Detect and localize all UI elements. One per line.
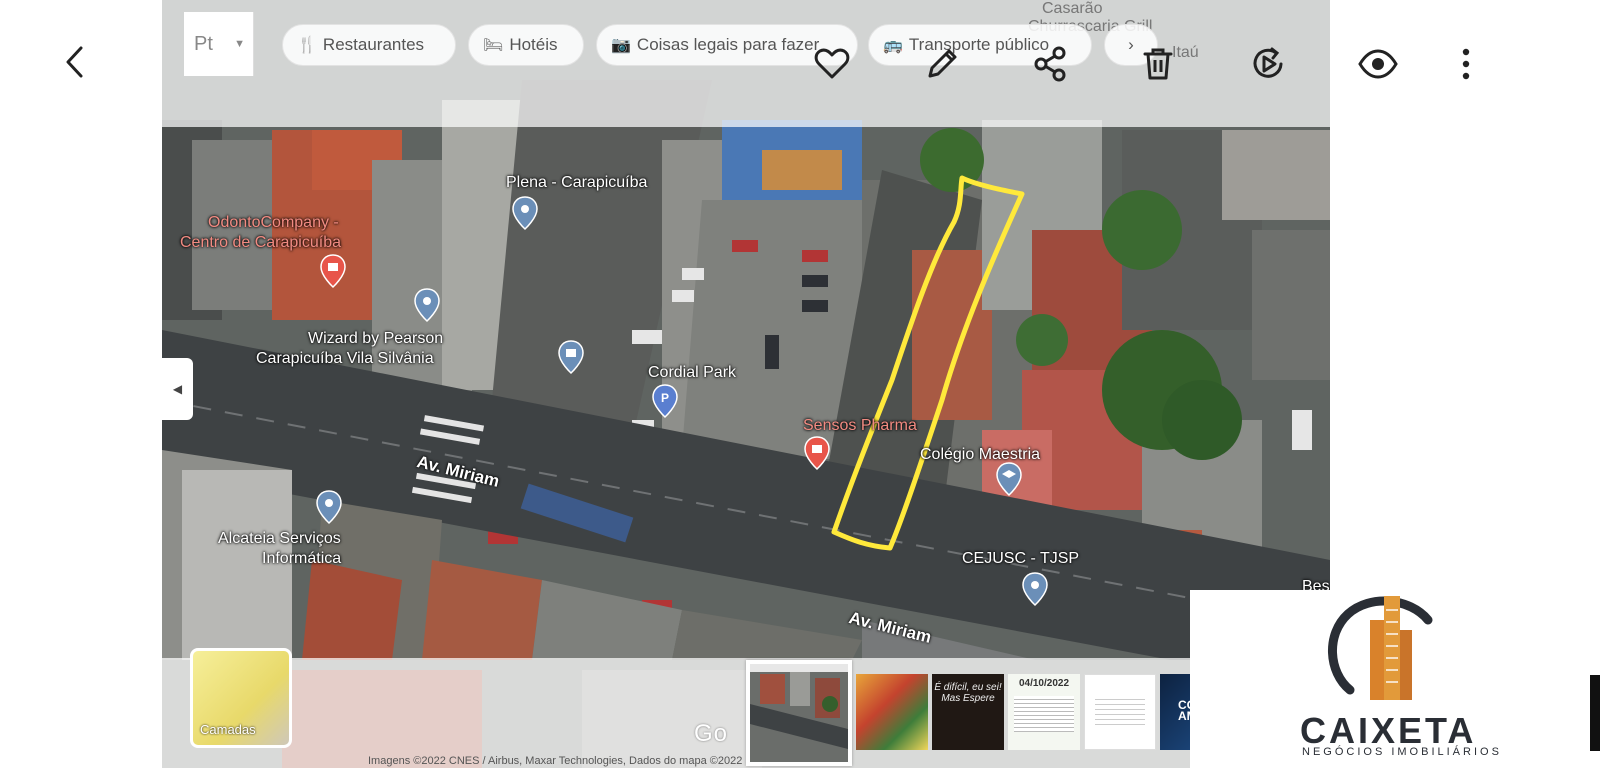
google-watermark: Go	[694, 720, 729, 747]
svg-text:P: P	[661, 391, 669, 405]
camera-icon: 📷	[611, 37, 631, 54]
screenshot-chip-hotels: 🛏 Hotéis	[468, 24, 584, 66]
place-label-cejusc: CEJUSC - TJSP	[962, 550, 1080, 567]
map-credits: Imagens ©2022 CNES / Airbus, Maxar Techn…	[368, 755, 743, 767]
chip-label: Restaurantes	[322, 35, 425, 54]
place-label-cordial: Cordial Park	[648, 364, 737, 381]
thumbnail-strip: É difícil, eu sei! Mas Espere 04/10/2022…	[746, 660, 1232, 766]
triangle-left-icon: ◀	[172, 382, 183, 396]
place-label-wizard-1: Wizard by Pearson	[308, 330, 444, 347]
thumbnail-illustration[interactable]	[856, 674, 928, 750]
pencil-icon	[928, 49, 957, 78]
map-pin-parking-icon: P	[652, 384, 678, 418]
remaster-button[interactable]	[1244, 40, 1292, 88]
thumbnail-post-date: 04/10/2022	[1018, 678, 1070, 689]
place-label-sensos: Sensos Pharma	[803, 417, 917, 434]
bed-icon: 🛏	[483, 37, 504, 54]
thumbnail-document-lines	[1095, 695, 1145, 725]
thumbnail-map-image	[750, 664, 848, 762]
place-label-wizard-2: Carapicuíba Vila Silvânia	[256, 350, 434, 367]
building-logo-icon	[1328, 596, 1433, 700]
more-options-button[interactable]	[1442, 40, 1490, 88]
screenshot-language-label: Pt	[194, 32, 213, 55]
thumbnail-quote[interactable]: É difícil, eu sei! Mas Espere	[932, 674, 1004, 750]
map-pin-plena-icon	[512, 196, 538, 230]
map-pin-store-icon	[558, 340, 584, 374]
place-label-odonto-2: Centro de Carapicuíba	[180, 234, 341, 251]
thumbnail-document[interactable]	[1084, 674, 1156, 750]
adjacent-photo-edge	[1590, 675, 1600, 751]
share-button[interactable]	[1026, 40, 1074, 88]
screenshot-collapse-panel-button: ◀	[162, 358, 193, 420]
place-label-casarao: Casarão	[1042, 0, 1103, 17]
trash-icon	[1143, 48, 1173, 80]
chip-label: Hotéis	[509, 35, 558, 54]
thumbnail-post-lines	[1014, 696, 1074, 732]
back-button[interactable]	[52, 38, 100, 86]
photo-viewer: Casarão Churrascaria Grill Itaú Plena - …	[0, 0, 1600, 768]
favorite-button[interactable]	[808, 40, 856, 88]
map-pin-school-icon	[996, 462, 1022, 496]
more-vertical-icon	[1462, 48, 1470, 80]
photo-image[interactable]: Casarão Churrascaria Grill Itaú Plena - …	[162, 0, 1330, 768]
map-pin-alcateia-icon	[316, 490, 342, 524]
place-label-plena: Plena - Carapicuíba	[506, 174, 648, 191]
view-button[interactable]	[1354, 40, 1402, 88]
chip-label: Coisas legais para fazer	[636, 35, 820, 54]
place-label-odonto-1: OdontoCompany -	[208, 214, 339, 231]
place-label-colegio: Colégio Maestria	[920, 446, 1041, 463]
chevron-right-icon: ›	[1128, 35, 1134, 54]
bus-icon: 🚌	[883, 37, 903, 54]
map-pin-wizard-icon	[414, 288, 440, 322]
thumbnail-map[interactable]	[746, 660, 852, 766]
map-pin-dentist-icon	[320, 254, 346, 288]
thumbnail-post[interactable]: 04/10/2022	[1008, 674, 1080, 750]
screenshot-chip-restaurants: 🍴 Restaurantes	[282, 24, 456, 66]
heart-icon	[814, 48, 850, 79]
place-label-alcateia-2: Informática	[262, 550, 342, 567]
screenshot-language-button: Pt ▼	[184, 12, 254, 76]
screenshot-layers-label: Camadas	[200, 722, 256, 737]
eye-icon	[1358, 49, 1398, 79]
chevron-left-icon	[66, 46, 83, 78]
delete-button[interactable]	[1134, 40, 1182, 88]
map-pin-cejusc-icon	[1022, 572, 1048, 606]
map-pin-pharmacy-icon	[804, 436, 830, 470]
caret-down-icon: ▼	[234, 38, 245, 50]
caixeta-logo: CAIXETA NEGÓCIOS IMOBILIÁRIOS	[1190, 590, 1600, 768]
fork-knife-icon: 🍴	[297, 37, 317, 54]
edit-button[interactable]	[918, 40, 966, 88]
logo-tagline: NEGÓCIOS IMOBILIÁRIOS	[1302, 746, 1502, 758]
thumbnail-quote-text: É difícil, eu sei! Mas Espere	[934, 682, 1002, 704]
motion-play-icon	[1253, 47, 1283, 78]
share-icon	[1034, 46, 1066, 82]
place-label-alcateia-1: Alcateia Serviços	[218, 530, 341, 547]
